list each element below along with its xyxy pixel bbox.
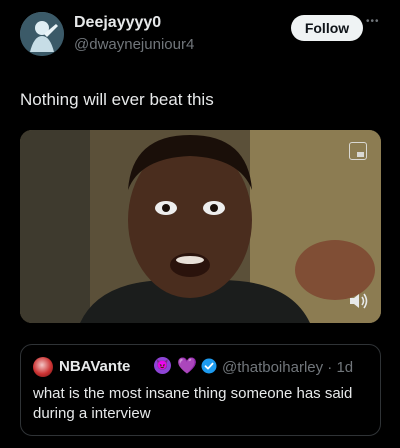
author-display-name[interactable]: Deejayyyy0	[74, 14, 161, 32]
volume-icon[interactable]	[347, 291, 369, 311]
quoted-text: what is the most insane thing someone ha…	[33, 385, 353, 422]
quoted-handle-time[interactable]: @thatboiharley · 1d	[222, 359, 353, 376]
quoted-tweet[interactable]: NBAVante 😈 💜 @thatboiharley · 1d what is…	[20, 344, 381, 436]
avatar[interactable]	[20, 12, 64, 56]
follow-button[interactable]: Follow	[291, 15, 363, 41]
avatar-image	[20, 12, 64, 56]
purple-heart-emoji-icon: 💜	[177, 358, 197, 375]
picture-in-picture-icon[interactable]	[349, 142, 367, 160]
quoted-avatar[interactable]	[33, 357, 53, 377]
more-dots-icon[interactable]: •••	[366, 16, 384, 28]
devil-emoji-icon: 😈	[154, 357, 171, 374]
video-player[interactable]	[20, 130, 381, 323]
verified-badge-icon	[201, 358, 217, 374]
author-handle[interactable]: @dwaynejuniour4	[74, 36, 194, 53]
quoted-display-name[interactable]: NBAVante	[59, 358, 130, 375]
tweet-text: Nothing will ever beat this	[20, 90, 214, 109]
video-frame	[20, 130, 381, 323]
